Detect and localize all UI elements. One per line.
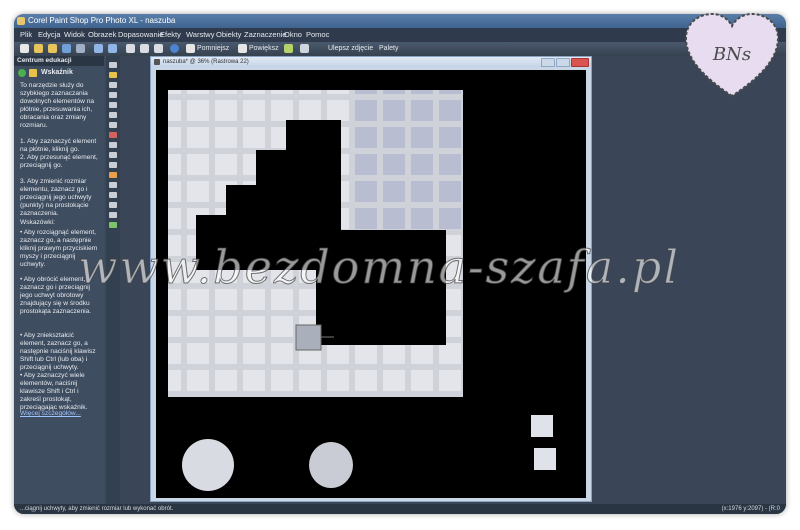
browse-icon[interactable] xyxy=(48,44,57,53)
copy-icon[interactable] xyxy=(126,44,135,53)
toolbar: Pomniejsz Powiększ Ulepsz zdjęcie Palety xyxy=(14,42,786,56)
menu-bar: Plik Edycja Widok Obrazek Dopasowanie Ef… xyxy=(14,28,786,42)
menu-okno[interactable]: Okno xyxy=(284,28,302,42)
status-bar: ...ciągnij uchwyty, aby zmienić rozmiar … xyxy=(14,504,786,514)
tool-heading: Wskaźnik xyxy=(14,68,104,78)
menu-efekty[interactable]: Efekty xyxy=(160,28,181,42)
paint-tool-icon[interactable] xyxy=(109,172,117,178)
save-icon[interactable] xyxy=(62,44,71,53)
zoom-in-icon[interactable] xyxy=(238,44,247,53)
zoom-in-button[interactable]: Powiększ xyxy=(249,42,279,56)
round-element-2 xyxy=(309,442,353,488)
tips-heading: Wskazówki: xyxy=(20,219,55,226)
step-2: 2. Aby przesunąć element, przeciągnij go… xyxy=(20,154,98,169)
shape-tool-icon[interactable] xyxy=(109,212,117,218)
tip-4: • Aby zaznaczyć wiele elementów, naciśni… xyxy=(20,372,88,411)
eraser-tool-icon[interactable] xyxy=(109,182,117,188)
window-title: Corel Paint Shop Pro Photo XL - naszuba xyxy=(28,16,176,25)
more-details-link[interactable]: Więcej szczegółów... xyxy=(20,410,100,418)
menu-obiekty[interactable]: Obiekty xyxy=(216,28,241,42)
round-element-1 xyxy=(182,439,234,491)
title-bar: Corel Paint Shop Pro Photo XL - naszuba xyxy=(14,14,786,28)
document-title-bar[interactable]: naszuba* @ 36% (Rastrowa 22) xyxy=(151,57,591,67)
red-eye-tool-icon[interactable] xyxy=(109,132,117,138)
new-icon[interactable] xyxy=(20,44,29,53)
tool-name: Wskaźnik xyxy=(41,69,73,76)
scan-icon[interactable] xyxy=(76,44,85,53)
brush-tool-icon[interactable] xyxy=(109,162,117,168)
open-icon[interactable] xyxy=(34,44,43,53)
menu-plik[interactable]: Plik xyxy=(20,28,32,42)
app-icon xyxy=(17,17,25,25)
view-icon[interactable] xyxy=(300,44,309,53)
blue-tile-area xyxy=(351,90,463,230)
document-icon xyxy=(154,59,160,65)
watermark-text: www.bezdomna-szafa.pl xyxy=(77,240,681,295)
zoom-out-icon[interactable] xyxy=(186,44,195,53)
menu-zaznaczenie[interactable]: Zaznaczenie xyxy=(244,28,287,42)
menu-widok[interactable]: Widok xyxy=(64,28,85,42)
step-3: 3. Aby zmienić rozmiar elementu, zaznacz… xyxy=(20,178,92,217)
fit-icon[interactable] xyxy=(284,44,293,53)
document-title: naszuba* @ 36% (Rastrowa 22) xyxy=(163,59,249,65)
dodge-tool-icon[interactable] xyxy=(109,152,117,158)
tool-description: To narzędzie służy do szybkiego zaznacza… xyxy=(20,82,95,129)
palettes-button[interactable]: Palety xyxy=(379,42,398,56)
menu-pomoc[interactable]: Pomoc xyxy=(306,28,329,42)
pen-tool-icon[interactable] xyxy=(109,222,117,228)
back-icon[interactable] xyxy=(18,69,26,77)
pan-tool-icon[interactable] xyxy=(109,62,117,68)
stamp-text: BNs xyxy=(712,44,751,65)
menu-warstwy[interactable]: Warstwy xyxy=(186,28,214,42)
status-text: ...ciągnij uchwyty, aby zmienić rozmiar … xyxy=(20,506,174,512)
small-tile-2 xyxy=(534,448,556,470)
straighten-tool-icon[interactable] xyxy=(109,122,117,128)
crop-tool-icon[interactable] xyxy=(109,102,117,108)
move-tool-icon[interactable] xyxy=(109,112,117,118)
pointer-tool-icon xyxy=(29,69,37,77)
help-icon[interactable] xyxy=(170,44,179,53)
selected-element[interactable] xyxy=(295,324,322,351)
menu-dopasowanie[interactable]: Dopasowanie xyxy=(118,28,163,42)
panel-title: Centrum edukacji xyxy=(17,57,72,64)
undo-icon[interactable] xyxy=(94,44,103,53)
zoom-out-button[interactable]: Pomniejsz xyxy=(197,42,229,56)
clone-tool-icon[interactable] xyxy=(109,142,117,148)
tip-3: • Aby zniekształcić element, zaznacz go,… xyxy=(20,332,96,371)
menu-edycja[interactable]: Edycja xyxy=(38,28,61,42)
text-tool-icon[interactable] xyxy=(109,202,117,208)
panel-header: Centrum edukacji xyxy=(14,56,104,66)
menu-obrazek[interactable]: Obrazek xyxy=(88,28,116,42)
minimize-button[interactable] xyxy=(541,58,555,67)
paste-icon[interactable] xyxy=(140,44,149,53)
step-1: 1. Aby zaznaczyć element na płótnie, kli… xyxy=(20,138,97,153)
cursor-coordinates: (x:1976 y:2097) - (R:0 xyxy=(721,506,780,512)
close-button[interactable] xyxy=(571,58,589,67)
redo-icon[interactable] xyxy=(108,44,117,53)
maximize-button[interactable] xyxy=(556,58,570,67)
heart-stamp: BNs xyxy=(684,12,780,98)
pointer-tool-icon[interactable] xyxy=(109,72,117,78)
fill-tool-icon[interactable] xyxy=(109,192,117,198)
selection-tool-icon[interactable] xyxy=(109,82,117,88)
print-icon[interactable] xyxy=(154,44,163,53)
small-tile-1 xyxy=(531,415,553,437)
enhance-photo-button[interactable]: Ulepsz zdjęcie xyxy=(328,42,373,56)
eyedropper-tool-icon[interactable] xyxy=(109,92,117,98)
